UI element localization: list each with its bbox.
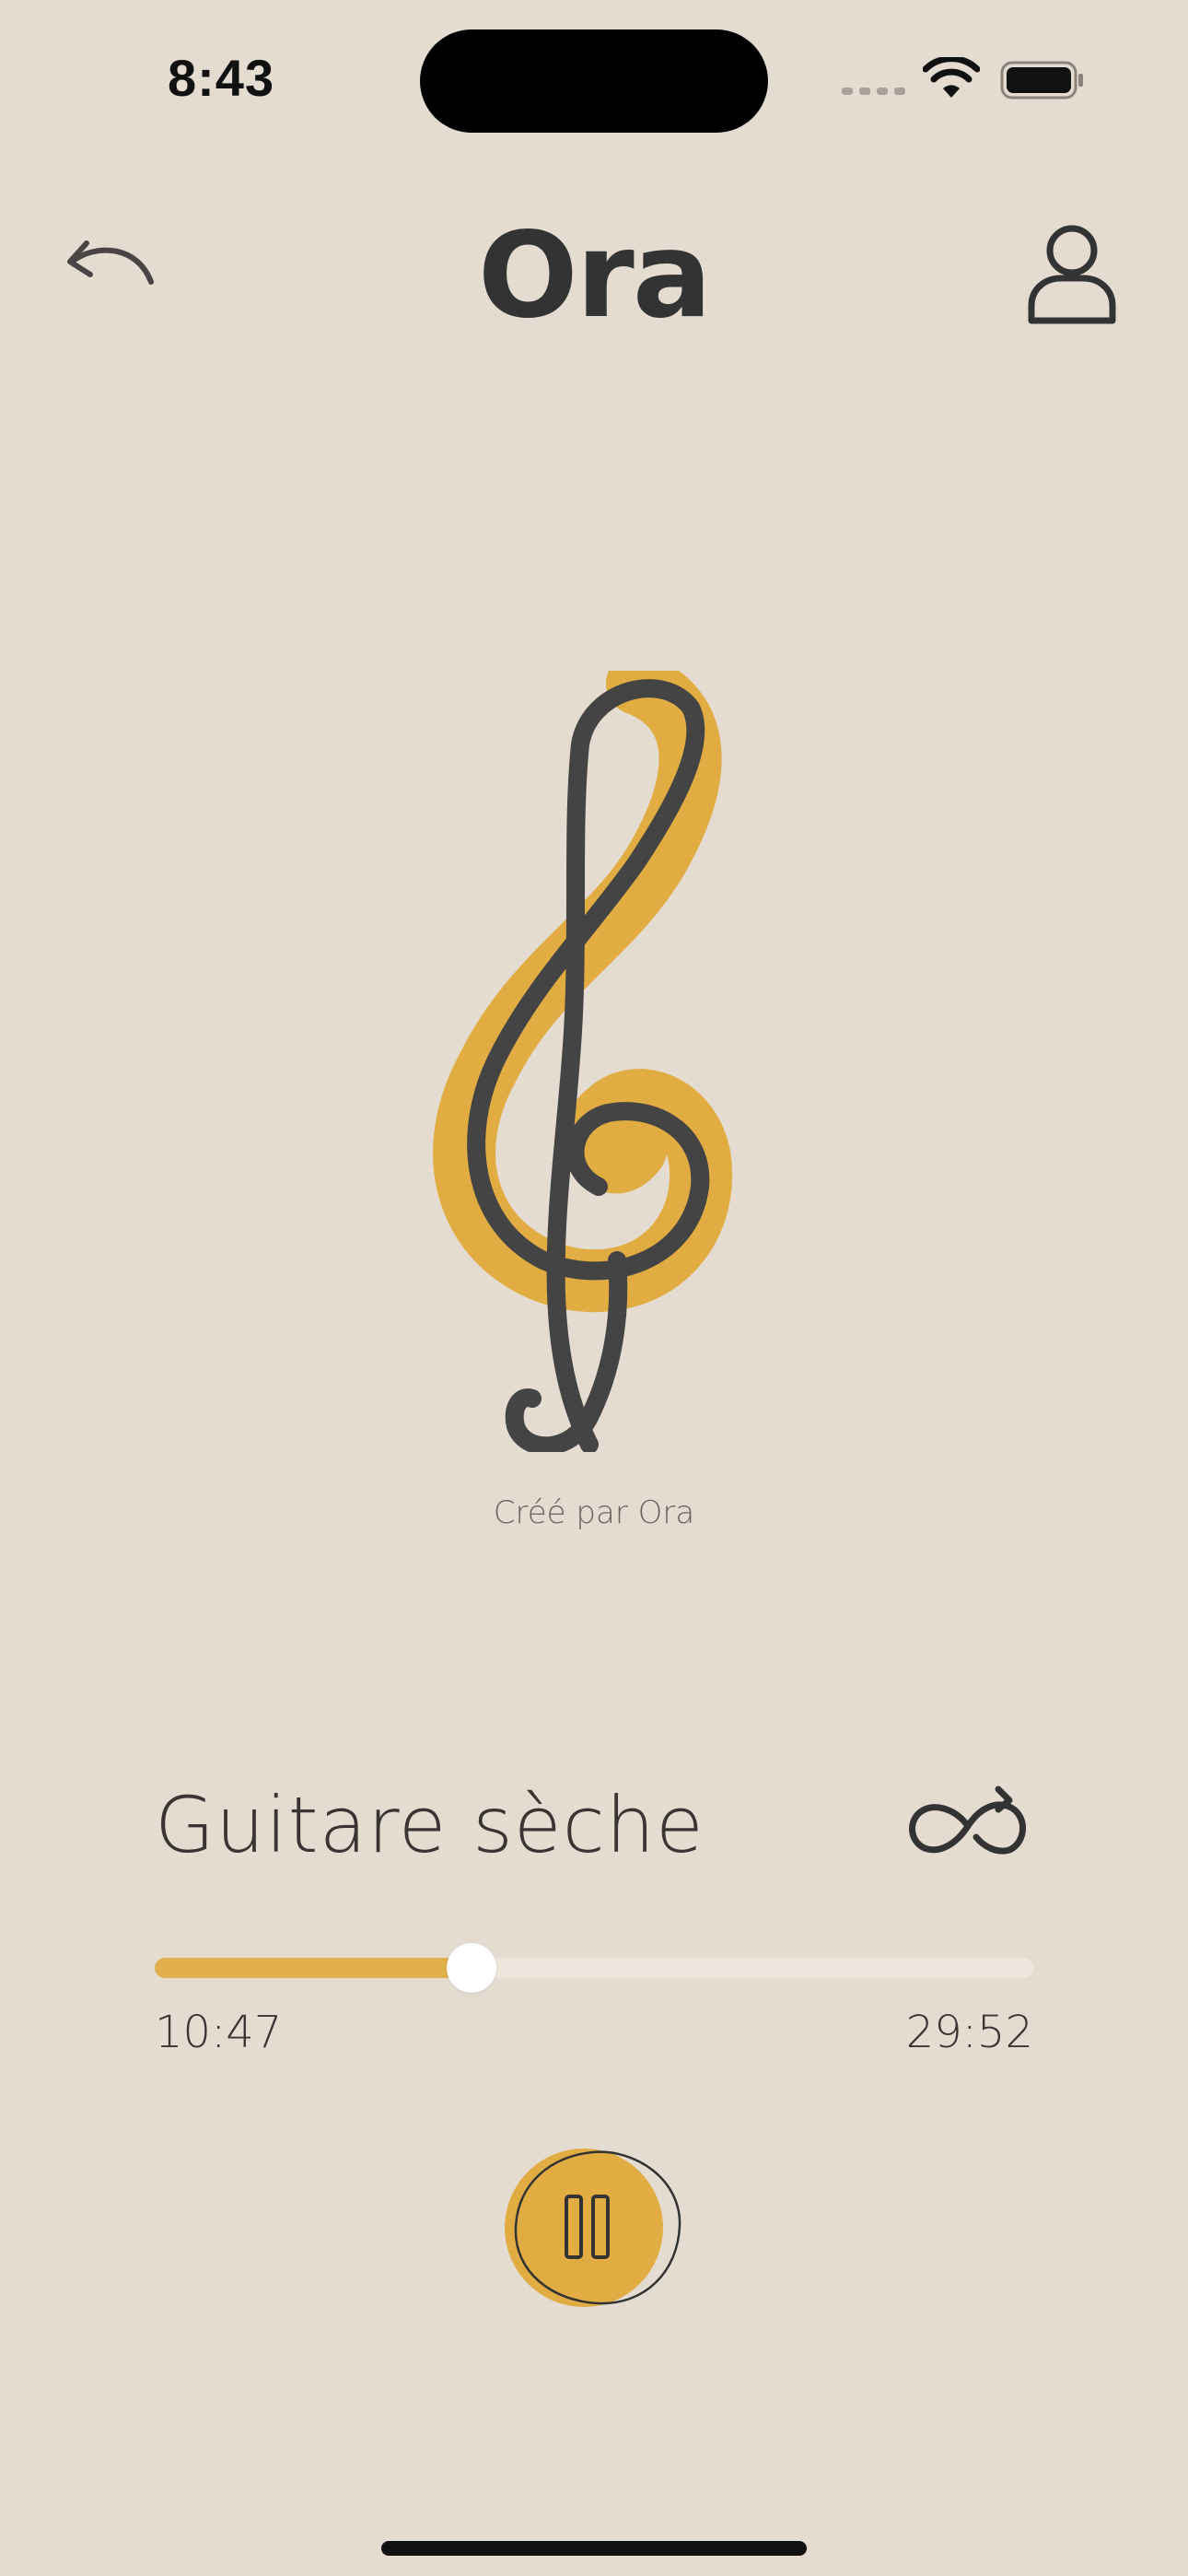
loop-button[interactable] [903, 1784, 1033, 1857]
elapsed-time: 10:47 [155, 2007, 283, 2058]
track-title: Guitare sèche [155, 1780, 705, 1870]
profile-button[interactable] [1024, 221, 1120, 328]
total-time: 29:52 [905, 2007, 1033, 2058]
dynamic-island [420, 29, 768, 133]
cellular-signal-icon [842, 88, 905, 95]
artwork-credit: Créé par Ora [493, 1494, 695, 1531]
treble-clef-icon [433, 671, 733, 1452]
app-title: Ora [477, 207, 712, 345]
progress-fill [155, 1958, 472, 1978]
battery-icon [1000, 61, 1083, 100]
back-button[interactable] [59, 225, 166, 313]
progress-slider[interactable] [155, 1943, 1033, 1993]
status-time: 8:43 [168, 49, 275, 107]
user-profile-icon [1028, 225, 1116, 324]
progress-knob[interactable] [447, 1943, 497, 1993]
home-indicator[interactable] [381, 2541, 807, 2556]
pause-button-fill [505, 2149, 663, 2307]
back-arrow-icon [67, 240, 154, 285]
treble-clef-artwork [433, 671, 733, 1452]
infinity-loop-icon [909, 1786, 1026, 1855]
pause-button[interactable] [497, 2143, 691, 2311]
wifi-icon [923, 57, 980, 98]
